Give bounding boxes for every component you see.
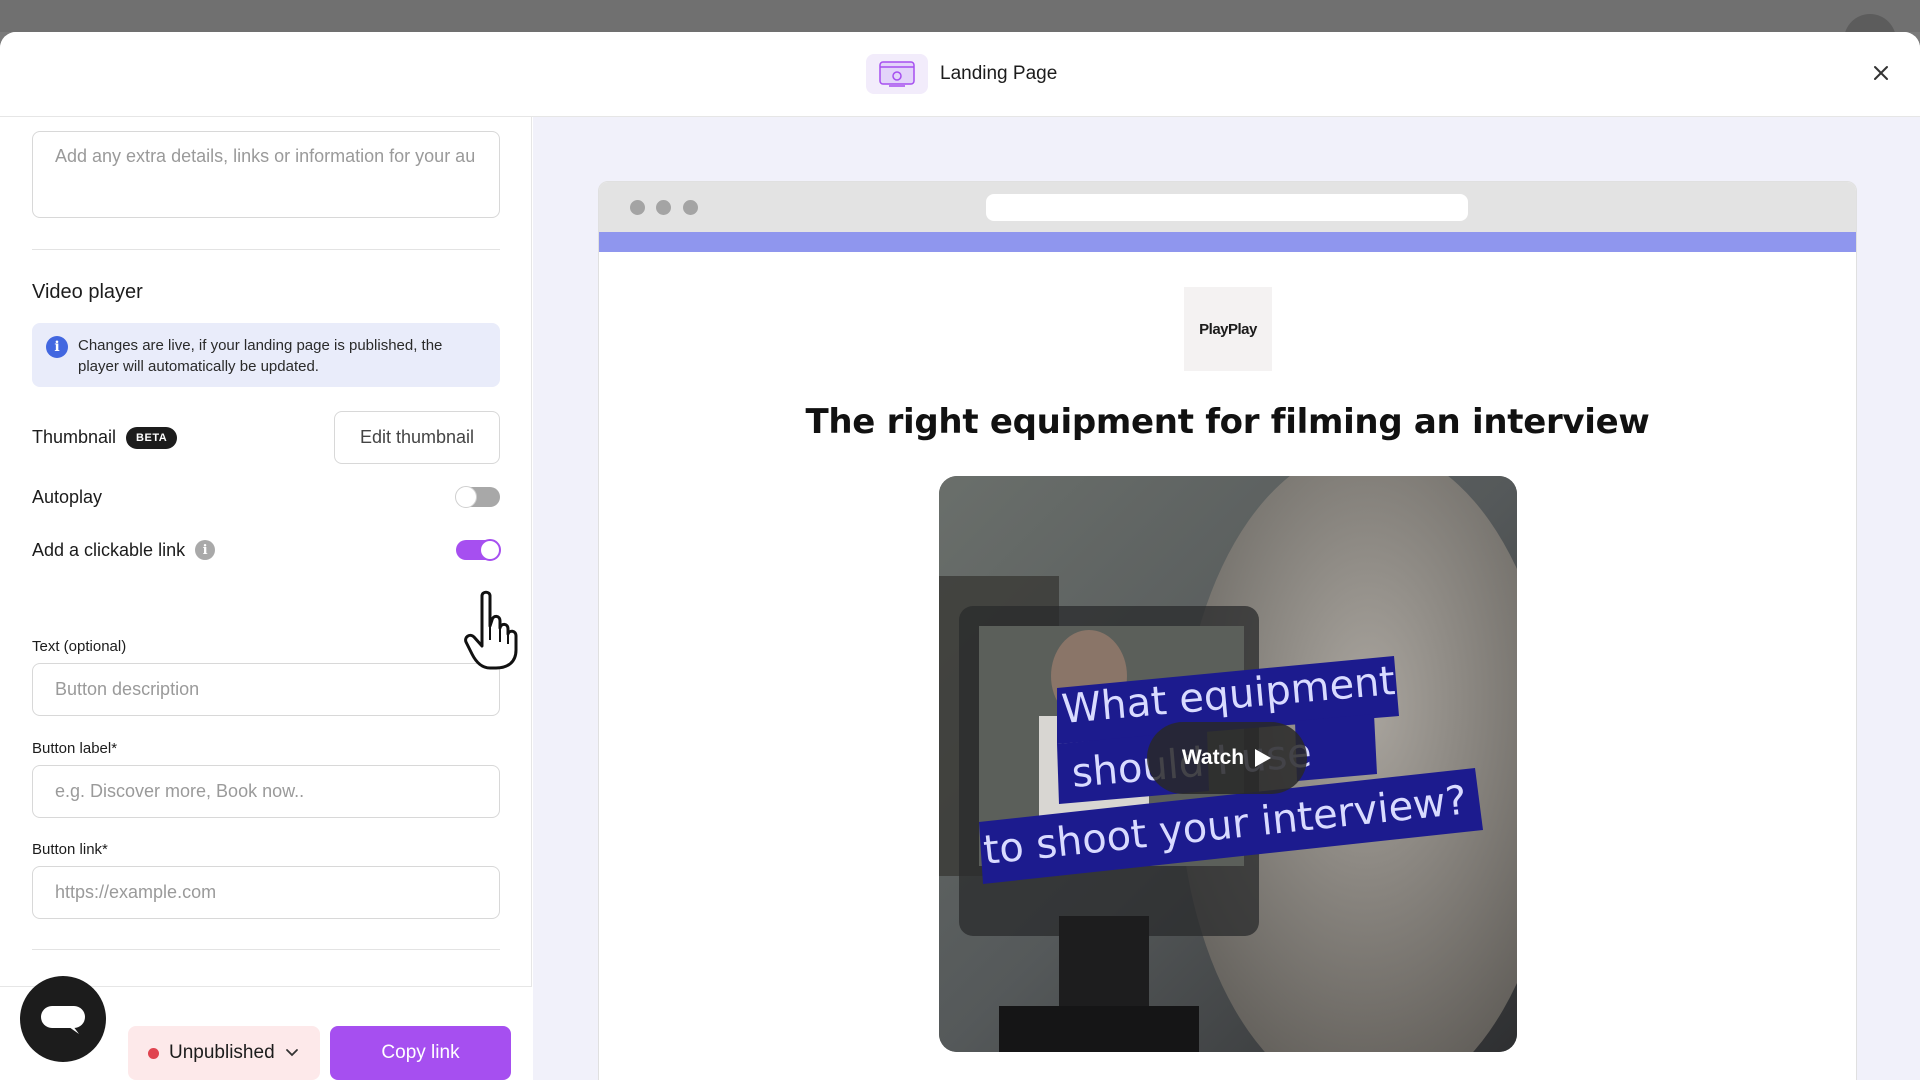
landing-page-modal: Landing Page Add any extra details, link… bbox=[0, 32, 1920, 1080]
info-banner: i Changes are live, if your landing page… bbox=[32, 323, 500, 387]
clickable-link-toggle[interactable] bbox=[456, 539, 501, 561]
autoplay-row: Autoplay bbox=[32, 483, 500, 511]
window-dot bbox=[683, 200, 698, 215]
landing-page-heading: The right equipment for filming an inter… bbox=[805, 402, 1650, 442]
edit-thumbnail-button[interactable]: Edit thumbnail bbox=[334, 411, 500, 464]
url-bar bbox=[986, 194, 1468, 221]
status-dot bbox=[148, 1047, 159, 1059]
preview-panel: PlayPlay The right equipment for filming… bbox=[533, 117, 1920, 1080]
landing-page-icon bbox=[866, 54, 928, 94]
browser-toolbar bbox=[599, 182, 1856, 232]
modal-title-group: Landing Page bbox=[866, 54, 1057, 94]
section-divider bbox=[32, 949, 500, 950]
publish-status-dropdown[interactable]: Unpublished bbox=[128, 1026, 320, 1080]
description-placeholder: Add any extra details, links or informat… bbox=[55, 146, 476, 166]
text-optional-label: Text (optional) bbox=[32, 638, 127, 655]
status-label: Unpublished bbox=[169, 1042, 275, 1063]
chevron-down-icon bbox=[285, 1049, 298, 1057]
autoplay-label: Autoplay bbox=[32, 486, 103, 507]
watch-label: Watch bbox=[1181, 746, 1245, 769]
window-dot bbox=[656, 200, 671, 215]
clickable-link-row: Add a clickable link i bbox=[32, 536, 501, 564]
button-label-placeholder: e.g. Discover more, Book now.. bbox=[55, 781, 305, 801]
chat-support-button[interactable] bbox=[20, 976, 106, 1062]
logo-text: PlayPlay bbox=[1199, 320, 1257, 338]
toggle-knob bbox=[455, 486, 477, 508]
thumbnail-row: Thumbnail BETA Edit thumbnail bbox=[32, 411, 500, 464]
button-label-label: Button label* bbox=[32, 740, 118, 757]
info-icon[interactable]: i bbox=[195, 540, 216, 560]
section-divider bbox=[32, 249, 500, 250]
button-link-input[interactable]: https://example.com bbox=[32, 866, 500, 919]
window-dot bbox=[630, 200, 645, 215]
button-description-placeholder: Button description bbox=[55, 679, 200, 699]
accent-strip bbox=[599, 232, 1856, 252]
toggle-knob bbox=[479, 539, 501, 561]
button-link-label: Button link* bbox=[32, 841, 108, 858]
autoplay-toggle[interactable] bbox=[455, 486, 500, 508]
video-player-title: Video player bbox=[32, 281, 143, 303]
modal-header: Landing Page bbox=[0, 32, 1920, 117]
watch-button[interactable]: Watch bbox=[1147, 722, 1307, 794]
brand-logo: PlayPlay bbox=[1184, 287, 1272, 371]
info-icon: i bbox=[46, 336, 68, 358]
thumbnail-label: Thumbnail bbox=[32, 427, 117, 447]
settings-panel[interactable]: Add any extra details, links or informat… bbox=[0, 117, 532, 1080]
browser-preview: PlayPlay The right equipment for filming… bbox=[598, 181, 1857, 1080]
pointer-hand-icon bbox=[462, 590, 532, 675]
info-banner-text: Changes are live, if your landing page i… bbox=[78, 337, 443, 375]
app-backdrop bbox=[0, 0, 1920, 66]
copy-link-button[interactable]: Copy link bbox=[330, 1026, 511, 1080]
description-textarea[interactable]: Add any extra details, links or informat… bbox=[32, 131, 500, 218]
button-label-input[interactable]: e.g. Discover more, Book now.. bbox=[32, 765, 500, 818]
clickable-link-label: Add a clickable link bbox=[32, 539, 186, 560]
chat-icon bbox=[41, 1006, 85, 1034]
play-icon bbox=[1255, 749, 1272, 767]
beta-badge: BETA bbox=[126, 426, 178, 449]
modal-title: Landing Page bbox=[940, 63, 1058, 84]
button-description-input[interactable]: Button description bbox=[32, 663, 500, 716]
close-button[interactable] bbox=[1868, 60, 1894, 86]
close-icon bbox=[1874, 66, 1888, 80]
video-player[interactable]: What equipment should I use to shoot you… bbox=[939, 476, 1517, 1052]
button-link-placeholder: https://example.com bbox=[55, 882, 217, 902]
